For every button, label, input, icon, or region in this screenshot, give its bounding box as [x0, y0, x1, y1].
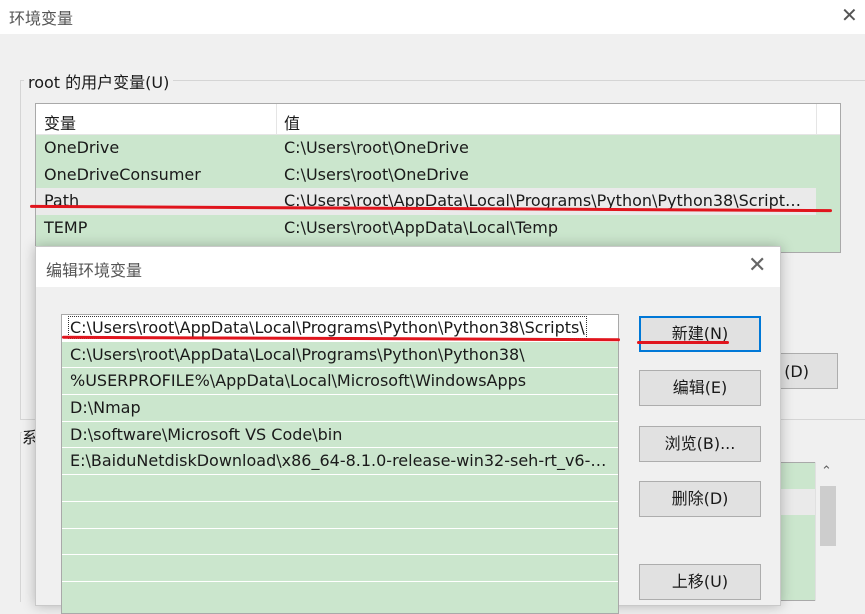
path-entry: C:\Users\root\AppData\Local\Programs\Pyt… [68, 316, 587, 339]
main-close-icon[interactable]: ✕ [841, 3, 858, 27]
table-row[interactable]: TEMP C:\Users\root\AppData\Local\Temp [36, 215, 840, 242]
close-icon[interactable]: ✕ [748, 253, 766, 278]
edit-environment-variable-dialog: 编辑环境变量 ✕ C:\Users\root\AppData\Local\Pro… [35, 246, 781, 614]
browse-button[interactable]: 浏览(B)... [639, 426, 761, 462]
variable-value: C:\Users\root\OneDrive [284, 164, 469, 184]
system-variables-group-label: 系 [22, 424, 36, 448]
path-entries-list[interactable]: C:\Users\root\AppData\Local\Programs\Pyt… [61, 314, 619, 614]
list-item[interactable]: %USERPROFILE%\AppData\Local\Microsoft\Wi… [62, 368, 618, 396]
list-item[interactable]: C:\Users\root\AppData\Local\Programs\Pyt… [62, 342, 618, 369]
path-entry: E:\BaiduNetdiskDownload\x86_64-8.1.0-rel… [70, 451, 610, 471]
new-button[interactable]: 新建(N) [639, 316, 761, 352]
column-divider[interactable] [276, 104, 277, 135]
scrollbar-thumb[interactable] [820, 486, 836, 546]
user-variables-group-label: root 的用户变量(U) [24, 69, 174, 93]
edit-button[interactable]: 编辑(E) [639, 370, 761, 406]
edit-dialog-title: 编辑环境变量 [46, 261, 143, 280]
move-up-button[interactable]: 上移(U) [639, 564, 761, 600]
path-entry: %USERPROFILE%\AppData\Local\Microsoft\Wi… [70, 371, 527, 391]
variable-name: OneDrive [44, 138, 120, 157]
variable-name: OneDriveConsumer [44, 164, 201, 184]
annotation-underline [637, 341, 729, 344]
path-entry: D:\software\Microsoft VS Code\bin [70, 424, 343, 444]
variable-name: TEMP [44, 217, 88, 237]
column-divider[interactable] [816, 104, 817, 135]
main-titlebar: 环境变量 ✕ [0, 0, 865, 34]
main-window-title: 环境变量 [9, 9, 74, 28]
list-item[interactable]: D:\software\Microsoft VS Code\bin [62, 422, 618, 449]
edit-dialog-titlebar: 编辑环境变量 ✕ [36, 247, 780, 287]
list-item[interactable]: E:\BaiduNetdiskDownload\x86_64-8.1.0-rel… [62, 448, 618, 476]
table-row[interactable]: OneDriveConsumer C:\Users\root\OneDrive [36, 162, 840, 189]
path-entry: C:\Users\root\AppData\Local\Programs\Pyt… [70, 344, 525, 364]
list-header: 变量 值 [36, 104, 840, 135]
list-item-empty[interactable] [62, 502, 618, 529]
list-item-empty[interactable] [62, 529, 618, 556]
list-item-empty[interactable] [62, 555, 618, 582]
button-label: (D) [784, 362, 809, 381]
user-variables-list[interactable]: 变量 值 OneDrive C:\Users\root\OneDrive One… [35, 103, 841, 253]
variable-value: C:\Users\root\OneDrive [284, 138, 469, 157]
variable-value: C:\Users\root\AppData\Local\Temp [284, 217, 558, 237]
path-entry: D:\Nmap [70, 398, 141, 418]
vertical-scrollbar[interactable]: ⌃ [815, 462, 840, 601]
column-header-value[interactable]: 值 [284, 110, 300, 134]
scroll-up-icon[interactable]: ⌃ [821, 464, 832, 479]
delete-button[interactable]: 删除(D) [639, 481, 761, 517]
list-item[interactable]: D:\Nmap [62, 395, 618, 422]
list-item-empty[interactable] [62, 475, 618, 502]
system-variables-group [20, 432, 35, 602]
table-row[interactable]: OneDrive C:\Users\root\OneDrive [36, 135, 840, 162]
column-header-name[interactable]: 变量 [44, 110, 76, 134]
